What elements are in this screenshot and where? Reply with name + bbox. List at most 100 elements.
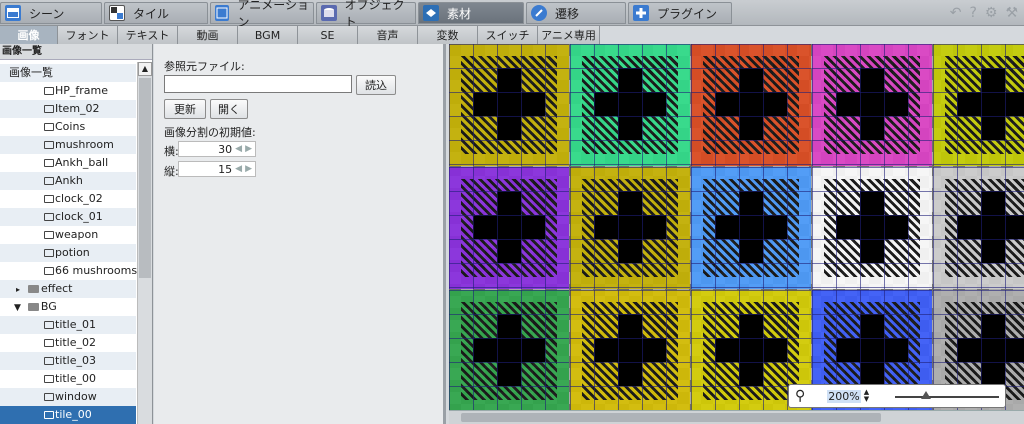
settings-icon[interactable]: ⚒	[1005, 5, 1018, 21]
zoom-slider-knob[interactable]	[921, 391, 931, 399]
increment-icon[interactable]: ▶	[245, 164, 252, 174]
tree-folder-effect[interactable]: ▸ effect	[0, 280, 136, 298]
tree-item[interactable]: mushroom	[0, 136, 136, 154]
gear-icon[interactable]: ⚙	[985, 5, 998, 21]
subtab-video[interactable]: 動画	[178, 26, 238, 44]
image-list-panel: 画像一覧 画像一覧 HP_frame Item_02 Coins mushroo…	[0, 44, 153, 424]
tree-item[interactable]: title_02	[0, 334, 136, 352]
vertical-split-stepper[interactable]: 15 ◀ ▶	[178, 161, 256, 177]
zoom-stepper-icon[interactable]: ▲ ▼	[864, 389, 869, 403]
tileset-block	[812, 44, 932, 166]
image-file-icon	[44, 159, 54, 167]
collapse-arrow-icon[interactable]: ▼	[14, 303, 21, 313]
tab-transition[interactable]: 遷移	[526, 2, 626, 24]
decrement-icon[interactable]: ◀	[235, 164, 242, 174]
magnifier-icon: ⚲	[795, 388, 806, 404]
subtab-switch[interactable]: スイッチ	[478, 26, 538, 44]
tree-item[interactable]: title_03	[0, 352, 136, 370]
image-file-icon	[44, 339, 54, 347]
tileset-block	[933, 167, 1024, 289]
subtab-bgm[interactable]: BGM	[238, 26, 298, 44]
tileset-block	[449, 44, 569, 166]
tileset-block	[691, 167, 811, 289]
tileset-block	[449, 290, 569, 412]
subtab-anime-only[interactable]: アニメ専用	[538, 26, 600, 44]
tree-item[interactable]: Coins	[0, 118, 136, 136]
vertical-scrollbar[interactable]: ▲	[137, 62, 152, 424]
tab-object[interactable]: オブジェクト	[316, 0, 416, 29]
tileset-block	[570, 167, 690, 289]
image-file-icon	[44, 231, 54, 239]
tree-item[interactable]: HP_frame	[0, 82, 136, 100]
image-file-icon	[44, 357, 54, 365]
subtab-variable[interactable]: 変数	[418, 26, 478, 44]
decrement-icon[interactable]: ◀	[235, 144, 242, 154]
tree-item-selected[interactable]: tile_00	[0, 406, 136, 424]
tree-item[interactable]: Ankh	[0, 172, 136, 190]
tab-plugin[interactable]: プラグイン	[628, 2, 732, 24]
scroll-thumb[interactable]	[461, 413, 881, 422]
tree-item[interactable]: title_00	[0, 370, 136, 388]
tile-icon	[109, 5, 125, 21]
tileset-block	[449, 167, 569, 289]
vertical-label: 縦:	[164, 165, 179, 178]
tileset-block	[570, 290, 690, 412]
tab-material[interactable]: 素材	[418, 2, 524, 24]
scroll-thumb[interactable]	[139, 78, 151, 278]
image-preview-canvas[interactable]	[449, 44, 1024, 424]
subtab-image[interactable]: 画像	[0, 26, 58, 44]
subtab-voice[interactable]: 音声	[358, 26, 418, 44]
expand-arrow-icon[interactable]: ▸	[16, 285, 20, 294]
image-file-icon	[44, 87, 54, 95]
image-tree: 画像一覧 HP_frame Item_02 Coins mushroom Ank…	[0, 64, 137, 424]
tab-animation[interactable]: アニメーション	[210, 0, 314, 29]
subtab-se[interactable]: SE	[298, 26, 358, 44]
zoom-value[interactable]: 200%	[827, 389, 861, 403]
update-button[interactable]: 更新	[164, 99, 206, 119]
subtab-font[interactable]: フォント	[58, 26, 118, 44]
open-button[interactable]: 開く	[210, 99, 248, 119]
subtab-text[interactable]: テキスト	[118, 26, 178, 44]
tree-root[interactable]: 画像一覧	[0, 64, 136, 82]
tree-item[interactable]: clock_01	[0, 208, 136, 226]
top-toolbar: シーン タイル アニメーション オブジェクト 素材 遷移 プラグイン ↶ ? ⚙…	[0, 0, 1024, 29]
scroll-up-icon[interactable]: ▲	[138, 62, 152, 76]
tileset-block	[691, 44, 811, 166]
tileset-block	[570, 44, 690, 166]
tree-item[interactable]: Item_02	[0, 100, 136, 118]
image-file-icon	[44, 105, 54, 113]
image-file-icon	[44, 411, 54, 419]
tree-folder-bg[interactable]: ▼ BG	[0, 298, 136, 316]
tree-item[interactable]: title_01	[0, 316, 136, 334]
increment-icon[interactable]: ▶	[245, 144, 252, 154]
material-icon	[423, 5, 439, 21]
image-file-icon	[44, 123, 54, 131]
image-file-icon	[44, 393, 54, 401]
tab-tile[interactable]: タイル	[104, 2, 208, 24]
undo-icon[interactable]: ↶	[950, 5, 962, 21]
load-button[interactable]: 読込	[356, 75, 396, 95]
ref-file-input[interactable]	[164, 75, 352, 93]
help-icon[interactable]: ?	[969, 5, 976, 21]
image-file-icon	[44, 249, 54, 257]
tileset-block	[812, 167, 932, 289]
horizontal-split-stepper[interactable]: 30 ◀ ▶	[178, 141, 256, 157]
horizontal-scrollbar[interactable]	[449, 410, 1024, 424]
tree-item[interactable]: 66 mushrooms	[0, 262, 137, 280]
object-icon	[321, 5, 337, 21]
transition-icon	[531, 5, 547, 21]
zoom-slider-track[interactable]	[895, 396, 999, 398]
tree-item[interactable]: Ankh_ball	[0, 154, 136, 172]
tree-item[interactable]: potion	[0, 244, 136, 262]
folder-icon	[27, 303, 39, 311]
image-file-icon	[44, 195, 54, 203]
image-file-icon	[44, 141, 54, 149]
horizontal-label: 横:	[164, 145, 179, 158]
split-label: 画像分割の初期値:	[164, 126, 256, 139]
tab-scene[interactable]: シーン	[0, 2, 102, 24]
image-file-icon	[44, 177, 54, 185]
tree-item[interactable]: window	[0, 388, 136, 406]
tree-item[interactable]: clock_02	[0, 190, 136, 208]
window-controls: ↶ ? ⚙ ⚒	[950, 5, 1018, 21]
tree-item[interactable]: weapon	[0, 226, 136, 244]
